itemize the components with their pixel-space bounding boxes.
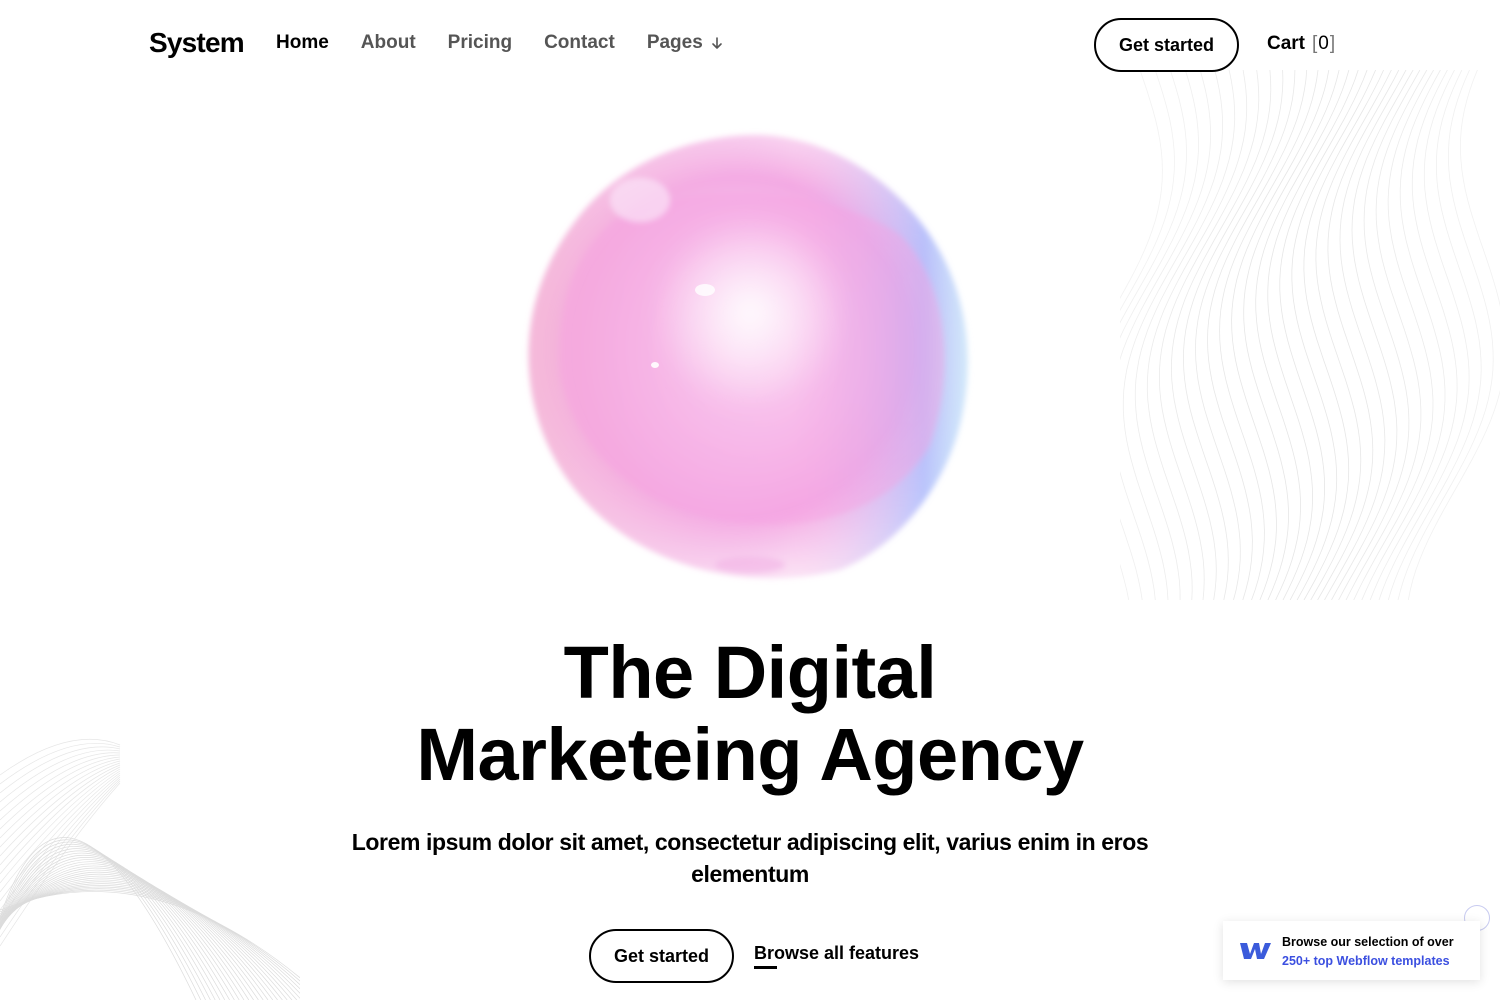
nav-pages-dropdown[interactable]: Pages — [647, 32, 723, 54]
main-nav: Home About Pricing Contact Pages — [276, 32, 723, 54]
logo[interactable]: System — [149, 27, 245, 59]
hero-orb-image — [528, 134, 968, 579]
arrow-down-icon — [711, 36, 722, 49]
header-get-started-button[interactable]: Get started — [1094, 18, 1239, 72]
hero-title: The Digital Marketeing Agency — [250, 632, 1250, 796]
webflow-logo-icon — [1240, 943, 1271, 959]
cart-label: Cart — [1267, 33, 1306, 54]
decorative-wave-lines-right — [1120, 70, 1500, 600]
cart-count: 0 — [1318, 33, 1329, 54]
badge-line2: 250+ top Webflow templates — [1282, 954, 1450, 968]
nav-about[interactable]: About — [361, 32, 416, 54]
hero-title-line1: The Digital — [563, 631, 937, 714]
hero-subtitle: Lorem ipsum dolor sit amet, consectetur … — [351, 829, 1149, 887]
hero-title-line2: Marketeing Agency — [416, 713, 1084, 796]
webflow-templates-badge[interactable]: Browse our selection of over 250+ top We… — [1223, 921, 1480, 980]
nav-pages-label: Pages — [646, 32, 703, 53]
cart-link[interactable]: Cart [ 0 ] — [1267, 33, 1336, 55]
cart-close-bracket: ] — [1329, 33, 1336, 54]
cart-open-bracket: [ — [1312, 33, 1318, 54]
badge-text: Browse our selection of over 250+ top We… — [1282, 933, 1454, 971]
hero-get-started-button[interactable]: Get started — [589, 929, 734, 983]
nav-contact[interactable]: Contact — [544, 32, 615, 54]
nav-home[interactable]: Home — [276, 32, 329, 54]
nav-pricing[interactable]: Pricing — [448, 32, 512, 54]
browse-features-link[interactable]: Browse all features — [754, 943, 919, 964]
badge-line1: Browse our selection of over — [1282, 935, 1454, 949]
page: System Home About Pricing Contact Pages … — [0, 0, 1500, 1000]
browse-link-underline — [754, 966, 777, 969]
